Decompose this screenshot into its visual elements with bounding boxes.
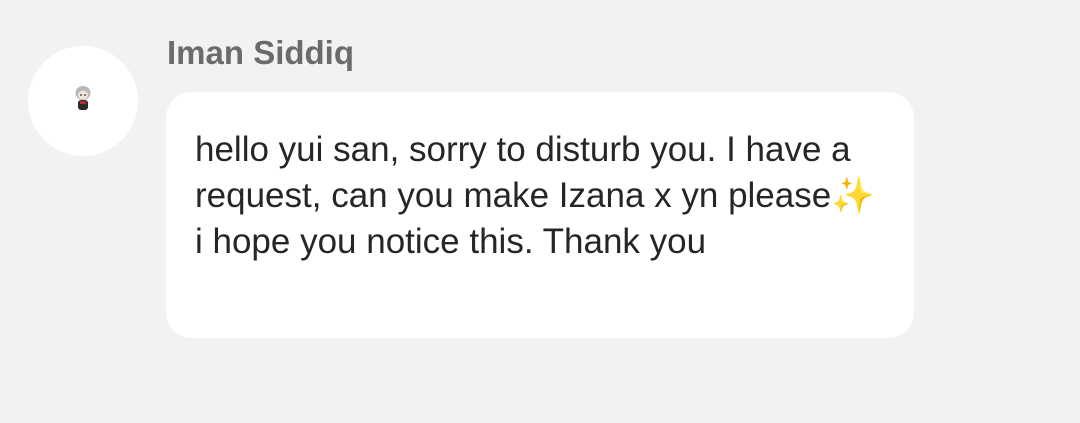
chibi-character-icon: [75, 86, 91, 110]
avatar[interactable]: [28, 46, 138, 156]
message-text: hello yui san, sorry to disturb you. I h…: [195, 130, 875, 261]
sender-name: Iman Siddiq: [167, 34, 355, 71]
message-bubble[interactable]: hello yui san, sorry to disturb you. I h…: [166, 92, 914, 338]
